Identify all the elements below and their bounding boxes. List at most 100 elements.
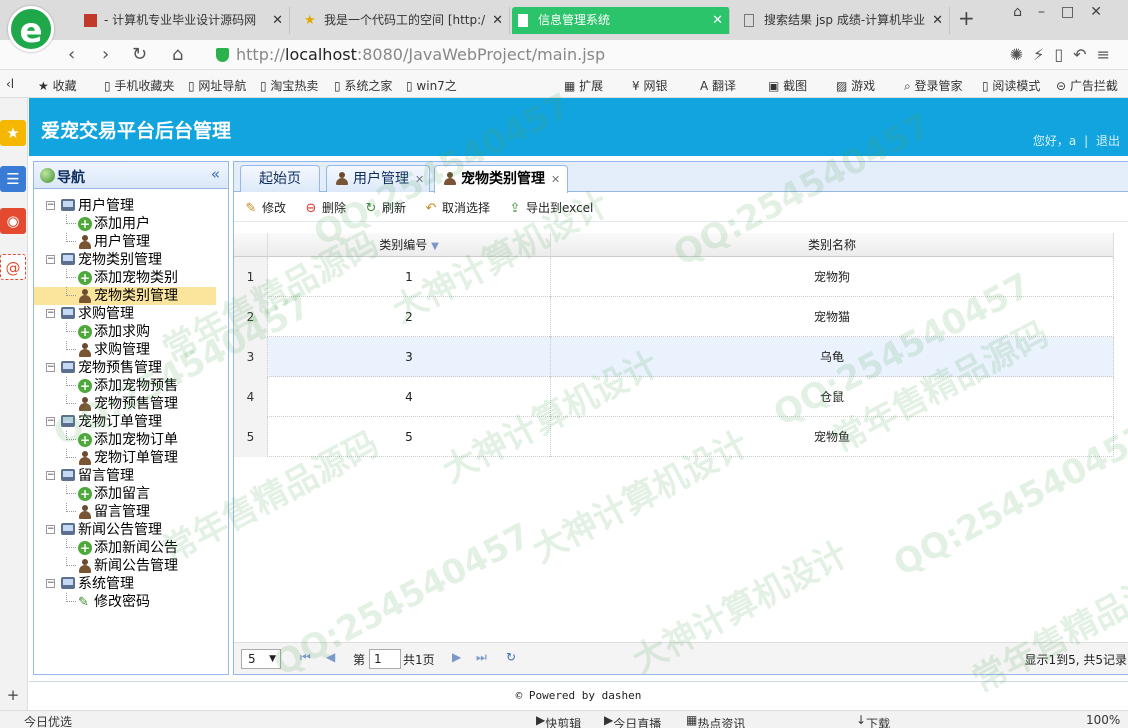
cell-category-id[interactable]: 4 — [268, 377, 551, 417]
cell-category-id[interactable]: 2 — [268, 297, 551, 337]
tree-group[interactable]: − 求购管理 — [34, 305, 228, 323]
fav-item[interactable]: ▯ 淘宝热卖 — [260, 77, 318, 94]
tab-user-management[interactable]: 用户管理 ✕ — [326, 165, 430, 192]
cell-category-name[interactable]: 仓鼠 — [551, 377, 1114, 417]
tree-leaf[interactable]: 新闻公告管理 — [34, 557, 228, 575]
collapse-node-icon[interactable]: − — [46, 417, 55, 426]
tree-group[interactable]: − 用户管理 — [34, 197, 228, 215]
cell-category-name[interactable]: 宠物鱼 — [551, 417, 1114, 457]
close-tab-icon[interactable]: ✕ — [551, 173, 560, 186]
unselect-button[interactable]: ↶ 取消选择 — [424, 199, 490, 216]
tree-leaf[interactable]: + 添加宠物订单 — [34, 431, 228, 449]
cell-category-name[interactable]: 乌龟 — [551, 337, 1114, 377]
first-page-icon[interactable]: ⏮ — [300, 650, 311, 665]
ext-item[interactable]: ⊝ 广告拦截 — [1056, 77, 1118, 94]
apps-icon[interactable]: ☰ — [0, 166, 26, 192]
refresh-button[interactable]: ↻ 刷新 — [364, 199, 406, 216]
fav-item[interactable]: ▯ 网址导航 — [188, 77, 246, 94]
window-controls[interactable]: ⌂–□✕ — [1013, 4, 1118, 20]
tree-leaf[interactable]: + 添加求购 — [34, 323, 228, 341]
tab-pet-category-management[interactable]: 宠物类别管理 ✕ — [434, 165, 568, 193]
collapse-node-icon[interactable]: − — [46, 255, 55, 264]
fav-item[interactable]: ▯ 手机收藏夹 — [104, 77, 174, 94]
tree-leaf[interactable]: 宠物订单管理 — [34, 449, 228, 467]
tree-leaf[interactable]: + 添加用户 — [34, 215, 228, 233]
status-item[interactable]: ▦ 热点资讯 — [686, 713, 745, 728]
ext-item[interactable]: ▦ 扩展 — [564, 77, 603, 94]
ext-item[interactable]: ⌕ 登录管家 — [904, 77, 963, 94]
collapse-nav-icon[interactable]: « — [211, 165, 220, 183]
tree-leaf[interactable]: 宠物预售管理 — [34, 395, 228, 413]
close-tab-icon[interactable]: ✕ — [932, 7, 943, 34]
column-header-name[interactable]: 类别名称 — [551, 233, 1114, 257]
collapse-node-icon[interactable]: − — [46, 525, 55, 534]
page-number-input[interactable]: 1 — [369, 649, 401, 669]
tree-leaf[interactable]: + 添加宠物预售 — [34, 377, 228, 395]
close-tab-icon[interactable]: ✕ — [272, 7, 283, 34]
reload-grid-icon[interactable]: ↻ — [506, 650, 516, 664]
tree-group[interactable]: − 系统管理 — [34, 575, 228, 593]
ext-item[interactable]: A 翻译 — [700, 77, 736, 94]
new-tab-button[interactable]: + — [958, 6, 975, 30]
tab-home[interactable]: 起始页 — [240, 165, 320, 192]
close-tab-icon[interactable]: ✕ — [492, 7, 503, 34]
fav-item[interactable]: ▯ win7之 — [406, 77, 457, 94]
table-row[interactable]: 2 2 宠物猫 — [234, 297, 1114, 337]
url-input[interactable]: http://localhost:8080/JavaWebProject/mai… — [212, 43, 982, 67]
edit-button[interactable]: ✎ 修改 — [244, 199, 286, 216]
favorites-star-icon[interactable]: ★ — [0, 120, 26, 146]
fav-item[interactable]: ▯ 系统之家 — [334, 77, 392, 94]
tree-leaf[interactable]: + 添加留言 — [34, 485, 228, 503]
mail-icon[interactable]: @ — [0, 254, 26, 280]
next-page-icon[interactable]: ▶ — [452, 650, 461, 664]
table-row[interactable]: 3 3 乌龟 — [234, 337, 1114, 377]
logout-link[interactable]: 退出 — [1096, 134, 1120, 148]
table-row[interactable]: 5 5 宠物鱼 — [234, 417, 1114, 457]
collapse-node-icon[interactable]: − — [46, 579, 55, 588]
tree-group[interactable]: − 宠物预售管理 — [34, 359, 228, 377]
delete-button[interactable]: ⊖ 删除 — [304, 199, 346, 216]
status-item[interactable]: ↓ 下载 — [856, 713, 890, 728]
table-row[interactable]: 4 4 仓鼠 — [234, 377, 1114, 417]
export-excel-button[interactable]: ⇪ 导出到excel — [508, 199, 594, 216]
tree-leaf[interactable]: + 添加宠物类别 — [34, 269, 228, 287]
add-icon[interactable]: + — [0, 682, 26, 708]
column-header-id[interactable]: 类别编号 ▼ — [268, 233, 551, 257]
cell-category-id[interactable]: 5 — [268, 417, 551, 457]
table-row[interactable]: 1 1 宠物狗 — [234, 257, 1114, 297]
browser-tab-2[interactable]: ★ 我是一个代码工的空间 [http:/ ✕ — [298, 7, 510, 34]
back-icon[interactable]: ‹ — [68, 44, 75, 65]
ext-item[interactable]: ▣ 截图 — [768, 77, 807, 94]
tree-leaf[interactable]: 用户管理 — [34, 233, 228, 251]
tree-leaf[interactable]: 求购管理 — [34, 341, 228, 359]
tree-leaf[interactable]: ✎ 修改密码 — [34, 593, 228, 611]
browser-tab-4[interactable]: 搜索结果 jsp 成绩-计算机毕业 ✕ — [738, 7, 950, 34]
last-page-icon[interactable]: ⏭ — [476, 650, 487, 665]
collapse-node-icon[interactable]: − — [46, 201, 55, 210]
weibo-icon[interactable]: ◉ — [0, 208, 26, 234]
browser-tab-1[interactable]: - 计算机专业毕业设计源码网 ✕ — [78, 7, 290, 34]
close-tab-icon[interactable]: ✕ — [415, 173, 424, 186]
home-icon[interactable]: ⌂ — [172, 44, 183, 65]
collapse-node-icon[interactable]: − — [46, 471, 55, 480]
tree-leaf[interactable]: 宠物类别管理 — [34, 287, 216, 305]
status-item[interactable]: ▶ 今日直播 — [604, 713, 661, 728]
status-item[interactable]: ▶ 快剪辑 — [536, 713, 581, 728]
ext-item[interactable]: ▨ 游戏 — [836, 77, 875, 94]
cell-category-name[interactable]: 宠物狗 — [551, 257, 1114, 297]
browser-menu-icons[interactable]: ✺⚡▯↶≡ — [1010, 45, 1120, 64]
tree-group[interactable]: − 新闻公告管理 — [34, 521, 228, 539]
reload-icon[interactable]: ↻ — [132, 44, 147, 65]
ext-item[interactable]: ▯ 阅读模式 — [982, 77, 1040, 94]
tree-leaf[interactable]: 留言管理 — [34, 503, 228, 521]
tree-group[interactable]: − 宠物订单管理 — [34, 413, 228, 431]
cell-category-name[interactable]: 宠物猫 — [551, 297, 1114, 337]
browser-tab-active[interactable]: 信息管理系统 ✕ — [512, 7, 730, 34]
cell-category-id[interactable]: 3 — [268, 337, 551, 377]
prev-page-icon[interactable]: ◀ — [326, 650, 335, 664]
close-tab-icon[interactable]: ✕ — [712, 7, 723, 34]
status-left[interactable]: 今日优选 — [24, 713, 72, 728]
page-size-select[interactable]: 5 ▼ — [241, 649, 281, 669]
tree-leaf[interactable]: + 添加新闻公告 — [34, 539, 228, 557]
tree-group[interactable]: − 留言管理 — [34, 467, 228, 485]
